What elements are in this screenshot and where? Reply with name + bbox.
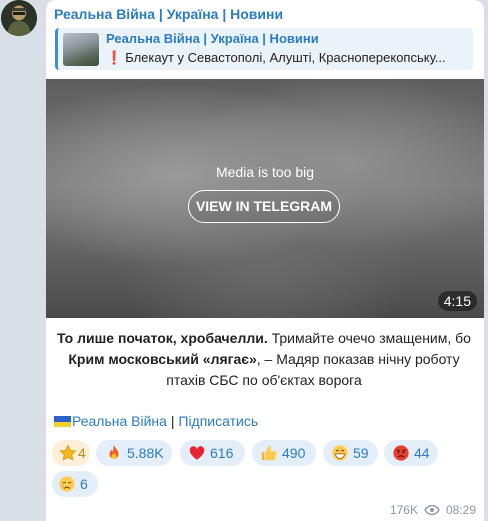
channel-avatar[interactable] bbox=[1, 0, 37, 36]
reply-excerpt: Блекаут у Севастополі, Алушті, Краснопер… bbox=[125, 50, 446, 65]
reaction-count: 44 bbox=[414, 445, 430, 461]
angry-face-icon bbox=[393, 445, 409, 461]
reply-preview[interactable]: Реальна Війна | Україна | Новини ❗ Блекау… bbox=[55, 28, 473, 70]
media-notice: Media is too big bbox=[215, 164, 315, 180]
caption-bold-1: То лише початок, хробачелли. bbox=[57, 330, 268, 346]
view-in-telegram-button[interactable]: VIEW IN TELEGRAM bbox=[188, 190, 340, 223]
exclamation-icon: ❗ bbox=[106, 50, 123, 65]
message-meta: 176K 08:29 bbox=[390, 503, 476, 517]
reaction-count: 490 bbox=[282, 445, 306, 461]
message-time: 08:29 bbox=[445, 503, 476, 517]
subscribe-line: Реальна Війна | Підписатись bbox=[54, 413, 258, 429]
grin-icon bbox=[332, 445, 348, 461]
reaction-count: 59 bbox=[353, 445, 369, 461]
caption-text-1: Тримайте очечо змащеним, бо bbox=[267, 330, 471, 346]
subscribe-separator: | bbox=[166, 413, 179, 429]
heart-icon bbox=[189, 446, 205, 460]
channel-name[interactable]: Реальна Війна | Україна | Новини bbox=[54, 6, 283, 22]
video-preview[interactable]: Media is too big VIEW IN TELEGRAM 4:15 bbox=[46, 79, 484, 318]
reaction-count: 5.88K bbox=[127, 445, 164, 461]
caption-bold-2: Крим московський «лягає» bbox=[68, 351, 257, 367]
ukraine-flag-icon bbox=[54, 416, 71, 427]
video-duration: 4:15 bbox=[437, 291, 477, 311]
channel-link[interactable]: Реальна Війна bbox=[72, 413, 167, 429]
fire-icon bbox=[109, 444, 119, 460]
reaction-angry[interactable]: 44 bbox=[384, 440, 438, 466]
reaction-grin[interactable]: 59 bbox=[323, 440, 378, 466]
reaction-thumbs-up[interactable]: 490 bbox=[252, 440, 316, 466]
reaction-star[interactable]: 4 bbox=[52, 440, 90, 466]
reaction-count: 6 bbox=[80, 476, 88, 492]
reaction-fire[interactable]: 5.88K bbox=[96, 440, 172, 466]
reaction-count: 616 bbox=[210, 445, 234, 461]
view-count: 176K bbox=[389, 503, 418, 517]
thumbs-up-icon bbox=[261, 445, 277, 461]
reply-thumbnail bbox=[63, 33, 99, 66]
reaction-crying[interactable]: 6 bbox=[52, 471, 98, 497]
reaction-heart[interactable]: 616 bbox=[180, 440, 245, 466]
message-bubble: Реальна Війна | Україна | Новини Реальна… bbox=[46, 0, 484, 521]
reaction-count: 4 bbox=[78, 445, 86, 461]
reply-title: Реальна Війна | Україна | Новини bbox=[106, 31, 319, 46]
message-caption: То лише початок, хробачелли. Тримайте оч… bbox=[54, 328, 474, 391]
eye-icon bbox=[424, 505, 440, 515]
star-icon bbox=[59, 444, 77, 461]
reply-excerpt-row: ❗ Блекаут у Севастополі, Алушті, Краснопе… bbox=[106, 50, 471, 66]
subscribe-link[interactable]: Підписатись bbox=[178, 413, 258, 429]
crying-face-icon bbox=[59, 476, 75, 492]
